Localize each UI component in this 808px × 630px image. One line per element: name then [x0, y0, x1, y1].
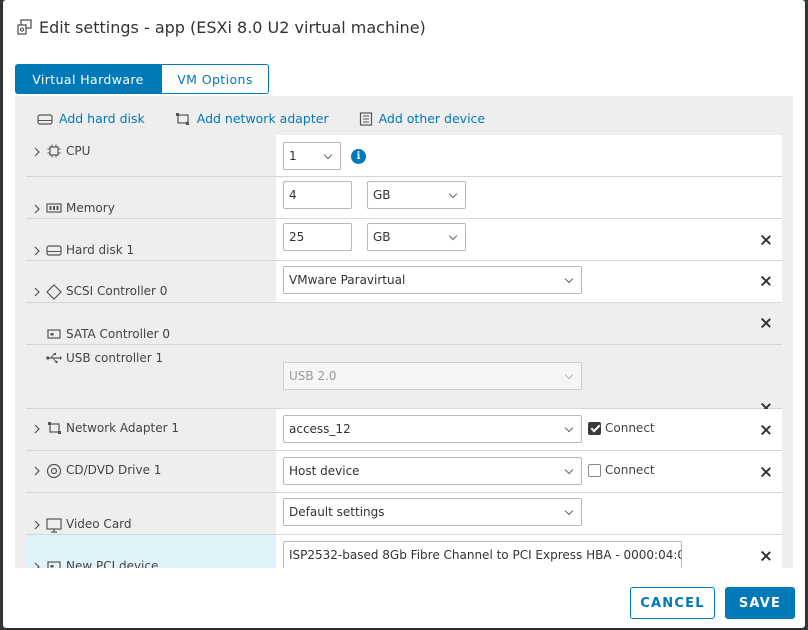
memory-icon	[46, 201, 62, 215]
settings-tabs: Virtual Hardware VM Options	[15, 64, 269, 94]
device-label-memory: Memory	[66, 201, 115, 215]
device-list: CPU 1 i Memory 4 GB Hard disk 1 25 GB SC…	[26, 135, 782, 568]
add-other-device-link[interactable]: Add other device	[359, 111, 486, 126]
other-device-icon	[359, 111, 372, 126]
cpu-icon	[46, 144, 62, 158]
memory-unit-select[interactable]: GB	[367, 181, 466, 209]
network-adapter-icon	[46, 421, 62, 435]
usb-version-select[interactable]: USB 2.0	[283, 362, 582, 390]
device-row-cpu: CPU 1 i	[26, 135, 782, 177]
checkbox-checked-icon[interactable]	[588, 421, 601, 435]
chevron-right-icon[interactable]	[32, 146, 42, 157]
device-label-scsi-controller: SCSI Controller 0	[66, 284, 168, 298]
remove-cd-dvd-drive-icon[interactable]	[759, 465, 773, 479]
vm-settings-icon	[17, 19, 33, 35]
add-device-bar: Add hard disk Add network adapter Add ot…	[37, 111, 485, 126]
remove-hard-disk-icon[interactable]	[759, 233, 773, 247]
remove-network-adapter-icon[interactable]	[759, 423, 773, 437]
edit-settings-dialog: Edit settings - app (ESXi 8.0 U2 virtual…	[3, 0, 805, 628]
tab-vm-options[interactable]: VM Options	[161, 64, 269, 94]
hard-disk-icon	[37, 113, 53, 125]
network-adapter-icon	[175, 112, 189, 125]
save-button[interactable]: SAVE	[725, 587, 795, 619]
device-label-usb-controller: USB controller 1	[66, 351, 164, 365]
hard-disk-icon	[46, 243, 62, 257]
device-label-cd-dvd-drive: CD/DVD Drive 1	[66, 463, 162, 477]
chevron-right-icon[interactable]	[32, 245, 42, 256]
chevron-right-icon[interactable]	[32, 203, 42, 214]
network-connect-label: Connect	[605, 421, 655, 435]
chevron-right-icon[interactable]	[32, 465, 42, 476]
add-hard-disk-link[interactable]: Add hard disk	[37, 111, 145, 126]
video-card-icon	[46, 517, 62, 533]
device-row-video-card: Video Card Default settings	[26, 493, 782, 535]
add-network-adapter-link[interactable]: Add network adapter	[175, 111, 329, 126]
add-other-device-label: Add other device	[378, 111, 486, 126]
cpu-count-select[interactable]: 1	[283, 142, 341, 170]
network-connect-checkbox[interactable]: Connect	[588, 421, 655, 435]
device-row-scsi-controller: SCSI Controller 0 VMware Paravirtual	[26, 261, 782, 303]
virtual-hardware-panel: Add hard disk Add network adapter Add ot…	[15, 96, 793, 568]
info-icon[interactable]: i	[351, 149, 366, 164]
device-row-memory: Memory 4 GB	[26, 177, 782, 219]
dialog-title-bar: Edit settings - app (ESXi 8.0 U2 virtual…	[17, 14, 426, 40]
device-label-cpu: CPU	[66, 144, 91, 158]
device-label-new-pci-device: New PCI device	[66, 559, 159, 568]
chevron-right-icon[interactable]	[32, 423, 42, 434]
add-hard-disk-label: Add hard disk	[59, 111, 145, 126]
network-select[interactable]: access_12	[283, 415, 582, 443]
device-row-cd-dvd-drive: CD/DVD Drive 1 Host device Connect	[26, 451, 782, 493]
remove-scsi-controller-icon[interactable]	[759, 274, 773, 288]
scsi-type-select[interactable]: VMware Paravirtual	[283, 266, 582, 294]
sata-controller-icon	[46, 327, 62, 341]
usb-icon	[46, 351, 62, 365]
device-row-usb-controller: USB controller 1 USB 2.0	[26, 345, 782, 409]
hard-disk-unit-select[interactable]: GB	[367, 223, 466, 251]
hard-disk-size-input[interactable]: 25	[283, 223, 352, 251]
device-label-network-adapter: Network Adapter 1	[66, 421, 179, 435]
device-row-network-adapter: Network Adapter 1 access_12 Connect	[26, 409, 782, 451]
chevron-right-icon[interactable]	[32, 286, 42, 297]
cd-dvd-connect-label: Connect	[605, 463, 655, 477]
device-row-hard-disk: Hard disk 1 25 GB	[26, 219, 782, 261]
scsi-controller-icon	[46, 284, 62, 300]
cancel-button[interactable]: CANCEL	[630, 587, 715, 619]
video-card-select[interactable]: Default settings	[283, 498, 582, 526]
cd-dvd-source-select[interactable]: Host device	[283, 457, 582, 485]
chevron-right-icon[interactable]	[32, 519, 42, 530]
cd-dvd-icon	[46, 463, 62, 479]
device-label-sata-controller: SATA Controller 0	[66, 327, 171, 341]
device-label-hard-disk: Hard disk 1	[66, 243, 135, 257]
device-label-video-card: Video Card	[66, 517, 132, 531]
add-network-adapter-label: Add network adapter	[196, 111, 329, 126]
chevron-right-icon[interactable]	[32, 561, 42, 568]
dialog-title: Edit settings - app (ESXi 8.0 U2 virtual…	[39, 17, 426, 37]
pci-device-select[interactable]: ISP2532-based 8Gb Fibre Channel to PCI E…	[283, 541, 682, 568]
tab-virtual-hardware[interactable]: Virtual Hardware	[15, 64, 161, 94]
remove-pci-device-icon[interactable]	[759, 549, 773, 563]
memory-size-input[interactable]: 4	[283, 181, 352, 209]
pci-device-icon	[46, 559, 62, 568]
cd-dvd-connect-checkbox[interactable]: Connect	[588, 463, 655, 477]
device-row-sata-controller: SATA Controller 0	[26, 303, 782, 345]
remove-sata-controller-icon[interactable]	[759, 316, 773, 330]
checkbox-unchecked-icon[interactable]	[588, 463, 601, 477]
device-row-new-pci-device: New PCI device ISP2532-based 8Gb Fibre C…	[26, 535, 782, 568]
